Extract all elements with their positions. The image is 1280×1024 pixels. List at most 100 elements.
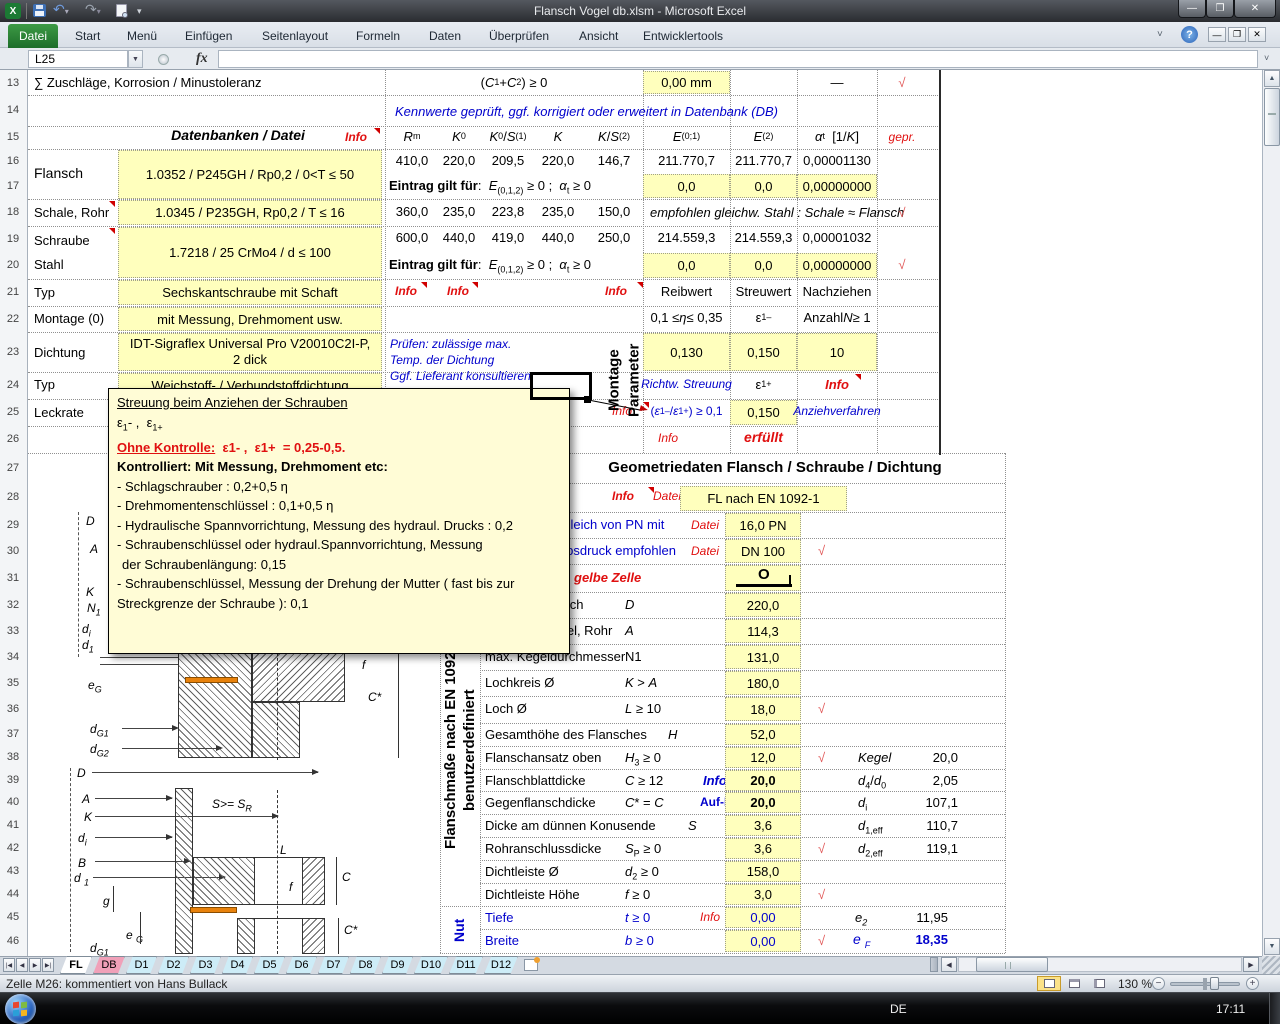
keyboard-language[interactable]: DE [890, 1002, 907, 1016]
clock[interactable]: 17:11 [1216, 1002, 1245, 1016]
row-header[interactable]: 40 [0, 791, 26, 814]
row-label[interactable]: Flansch [34, 166, 83, 181]
row-header[interactable]: 43 [0, 860, 26, 883]
row-header[interactable]: 28 [0, 483, 26, 512]
row-label[interactable]: Leckrate [34, 405, 84, 420]
value-cell[interactable]: 250,0 [588, 230, 640, 245]
workbook-close-button[interactable]: ✕ [1248, 27, 1266, 42]
value-cell[interactable]: 211.770,7 [730, 153, 797, 168]
last-sheet-icon[interactable]: ▶| [42, 958, 54, 972]
input-cell[interactable]: DN 100 [725, 539, 801, 563]
help-icon[interactable]: ? [1181, 26, 1198, 43]
input-cell-gasket[interactable]: IDT-Sigraflex Universal Pro V20010C2I-P,… [118, 333, 382, 371]
row-header[interactable]: 29 [0, 512, 26, 538]
insert-function-icon[interactable] [158, 54, 169, 65]
formula-bar-expand-icon[interactable]: ˅ [1264, 53, 1269, 63]
row-header[interactable]: 30 [0, 538, 26, 564]
row-header[interactable]: 24 [0, 372, 26, 399]
geo-label[interactable]: Gesamthöhe des Flansches [485, 727, 647, 742]
tab-daten[interactable]: Daten [429, 29, 461, 43]
input-cell[interactable]: 12,0 [725, 747, 801, 768]
value-cell[interactable]: 146,7 [588, 153, 640, 168]
value-cell[interactable]: 235,0 [436, 204, 482, 219]
row-header[interactable]: 36 [0, 696, 26, 723]
input-cell[interactable]: 3,6 [725, 838, 801, 859]
row-header[interactable]: 16 [0, 149, 26, 173]
row-header[interactable]: 35 [0, 670, 26, 696]
workbook-minimize-button[interactable]: — [1208, 27, 1226, 42]
value-cell[interactable]: 0,00001130 [797, 153, 877, 168]
workbook-restore-button[interactable]: ❐ [1228, 27, 1246, 42]
view-layout-button[interactable] [1062, 976, 1086, 991]
scroll-up-icon[interactable]: ▲ [1264, 70, 1280, 87]
geo-label[interactable]: Tiefe [485, 910, 513, 925]
datei-link[interactable]: Datei [691, 544, 719, 559]
row-label[interactable]: Schraube [34, 233, 90, 248]
tab-ansicht[interactable]: Ansicht [579, 29, 618, 43]
row-label[interactable]: Typ [34, 285, 55, 300]
info-link[interactable]: Info [605, 284, 627, 299]
info-link[interactable]: Info [447, 284, 469, 299]
scroll-right-icon[interactable]: ▶ [1243, 957, 1259, 972]
tab-ueberpruefen[interactable]: Überprüfen [489, 29, 549, 43]
value-cell[interactable]: 223,8 [483, 204, 533, 219]
row-header[interactable]: 14 [0, 95, 26, 126]
input-cell[interactable]: 18,0 [725, 697, 801, 721]
value-cell[interactable]: 0,00001032 [797, 230, 877, 245]
value-cell[interactable]: 360,0 [389, 204, 435, 219]
restore-button[interactable]: ❐ [1206, 0, 1234, 18]
zoom-in-icon[interactable]: + [1246, 977, 1259, 990]
ribbon-collapse-icon[interactable]: ˅ [1157, 29, 1163, 40]
input-cell[interactable]: 0,00000000 [797, 174, 877, 198]
name-box-dropdown-icon[interactable]: ▼ [128, 50, 143, 68]
start-button[interactable] [5, 994, 36, 1024]
row-header[interactable]: 25 [0, 399, 26, 426]
input-cell-material[interactable]: 1.0352 / P245GH / Rp0,2 / 0<T ≤ 50 [118, 150, 382, 199]
vertical-scrollbar[interactable]: ▲ ▼ [1262, 70, 1280, 956]
input-cell[interactable]: FL nach EN 1092-1 [680, 486, 847, 511]
scrollbar-thumb[interactable] [1264, 88, 1280, 146]
scroll-left-icon[interactable]: ◀ [941, 957, 957, 972]
tab-einfuegen[interactable]: Einfügen [185, 29, 232, 43]
input-cell[interactable]: 220,0 [725, 593, 801, 617]
row-header[interactable]: 18 [0, 199, 26, 226]
geo-label[interactable]: Breite [485, 933, 519, 948]
row-header[interactable]: 37 [0, 723, 26, 746]
geo-label[interactable]: Dichtleiste Höhe [485, 887, 580, 902]
tab-formeln[interactable]: Formeln [356, 29, 400, 43]
input-cell-material[interactable]: 1.7218 / 25 CrMo4 / d ≤ 100 [118, 227, 382, 278]
input-cell[interactable]: 0,130 [643, 333, 730, 371]
input-cell[interactable]: 16,0 PN [725, 513, 801, 537]
redo-button[interactable]: ↷▾ [85, 1, 101, 18]
insert-sheet-icon[interactable] [524, 959, 538, 971]
input-cell[interactable]: Sechskantschraube mit Schaft [118, 280, 382, 305]
show-desktop-button[interactable] [1269, 993, 1280, 1024]
geo-label[interactable]: Flanschansatz oben [485, 750, 601, 765]
datei-link[interactable]: Datei [691, 518, 719, 533]
value-cell[interactable]: 214.559,3 [643, 230, 730, 245]
info-link[interactable]: Info [700, 910, 720, 925]
row-header[interactable]: 42 [0, 837, 26, 860]
row-header[interactable]: 39 [0, 769, 26, 791]
input-cell[interactable]: 0,00 mm [643, 71, 730, 94]
flange-type-cell[interactable]: O [725, 565, 801, 591]
tab-datei[interactable]: Datei [8, 24, 58, 48]
row-header[interactable]: 21 [0, 279, 26, 306]
input-cell[interactable]: 20,0 [725, 792, 801, 813]
value-cell[interactable]: 410,0 [389, 153, 435, 168]
view-pagebreak-button[interactable] [1087, 976, 1111, 991]
name-box[interactable]: L25 [28, 50, 128, 68]
row-header[interactable]: 45 [0, 906, 26, 929]
minimize-button[interactable]: — [1178, 0, 1206, 18]
row-header[interactable]: 17 [0, 173, 26, 199]
zoom-slider-thumb[interactable] [1210, 977, 1219, 990]
tab-split-handle[interactable] [930, 957, 938, 972]
input-cell[interactable]: 0,0 [730, 253, 797, 278]
formula-input[interactable] [218, 50, 1258, 68]
row-header[interactable]: 33 [0, 618, 26, 644]
prev-sheet-icon[interactable]: ◀ [16, 958, 28, 972]
row-header[interactable]: 15 [0, 126, 26, 149]
value-cell[interactable]: 220,0 [436, 153, 482, 168]
value-cell[interactable]: 209,5 [483, 153, 533, 168]
input-cell[interactable]: 0,150 [730, 333, 797, 371]
